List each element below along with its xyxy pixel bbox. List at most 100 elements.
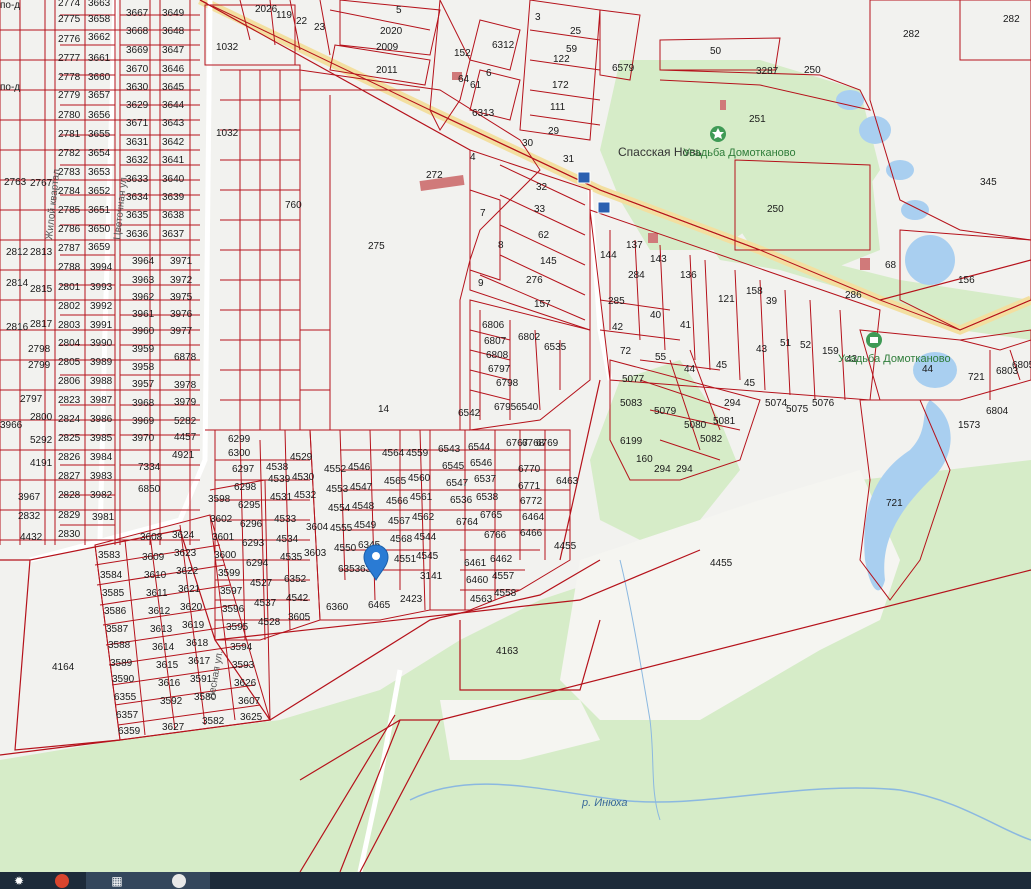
parcel-label: 3667: [126, 8, 149, 19]
parcel-label: 2827: [58, 471, 81, 482]
parcel-label: 6797: [488, 364, 511, 375]
parcel-label: 121: [718, 294, 735, 305]
parcel-label: 6: [486, 68, 492, 79]
parcel-label: 3969: [132, 416, 155, 427]
parcel-label: 4565: [384, 476, 407, 487]
face-icon[interactable]: [148, 872, 210, 889]
parcel-label: 2825: [58, 433, 81, 444]
parcel-label: 3658: [88, 14, 111, 25]
parcel-label: 1573: [958, 420, 981, 431]
parcel-label: 4559: [406, 448, 429, 459]
parcel-label: 145: [540, 256, 557, 267]
parcel-label: 3966: [0, 420, 23, 431]
parcel-label: 6538: [476, 492, 499, 503]
star-icon[interactable]: [710, 126, 726, 142]
parcel-label: 5077: [622, 374, 645, 385]
parcel-label: 3982: [90, 490, 113, 501]
parcel-label: 2778: [58, 72, 81, 83]
parcel-label: 2802: [58, 301, 81, 312]
parcel-label: 3141: [420, 571, 443, 582]
parcel-label: 3624: [172, 530, 195, 541]
parcel-label: 275: [368, 241, 385, 252]
parcel-label: 6544: [468, 442, 491, 453]
parcel-label: 1032: [216, 128, 239, 139]
parcel-label: 3984: [90, 452, 113, 463]
parcel-label: 3587: [106, 624, 129, 635]
parcel-label: 2832: [18, 511, 41, 522]
parcel-label: 5080: [684, 420, 707, 431]
parcel-label: 6294: [246, 558, 269, 569]
parcel-label: 4555: [330, 523, 353, 534]
parcel-label: 3612: [148, 606, 171, 617]
folder-icon[interactable]: ▦: [86, 872, 148, 889]
parcel-label: 4563: [470, 594, 493, 605]
parcel-label: 3605: [288, 612, 311, 623]
parcel-label: 6772: [520, 496, 543, 507]
parcel-label: 284: [628, 270, 645, 281]
parcel-label: 3623: [174, 548, 197, 559]
parcel-label: 294: [724, 398, 741, 409]
parcel-label: 3962: [132, 292, 155, 303]
parcel-label: 6766: [484, 530, 507, 541]
parcel-label: 6545: [442, 461, 465, 472]
parcel-label: 6850: [138, 484, 161, 495]
parcel-label: 5075: [786, 404, 809, 415]
parcel-label: 4542: [286, 593, 309, 604]
parcel-label: 3653: [88, 167, 111, 178]
parcel-label: 3670: [126, 64, 149, 75]
cadastral-map[interactable]: 2774 2775 2776 2777 2778 2779 2780 2781 …: [0, 0, 1031, 872]
parcel-label: 286: [845, 290, 862, 301]
parcel-label: 3627: [162, 722, 185, 733]
parcel-label: 2823: [58, 395, 81, 406]
parcel-label: 6542: [458, 408, 481, 419]
parcel-label: 136: [680, 270, 697, 281]
parcel-label: 158: [746, 286, 763, 297]
parcel-label: 6546: [470, 458, 493, 469]
edge-label-2: по-д: [0, 82, 20, 93]
parcel-label: 6540: [516, 402, 539, 413]
parcel-label: 2763: [4, 177, 27, 188]
parcel-label: 3617: [188, 656, 211, 667]
parcel-label: 4549: [354, 520, 377, 531]
parcel-label: 6465: [368, 600, 391, 611]
parcel-label: 2777: [58, 53, 81, 64]
parcel-label: 6536: [450, 495, 473, 506]
parcel-label: 1032: [216, 42, 239, 53]
parcel-label: 5083: [620, 398, 643, 409]
parcel-label: 2787: [58, 243, 81, 254]
parcel-label: 3598: [208, 494, 231, 505]
parcel-label: 3659: [88, 242, 111, 253]
parcel-label: 3586: [104, 606, 127, 617]
parcel-label: 6804: [986, 406, 1009, 417]
parcel-label: 6802: [518, 332, 541, 343]
parcel-label: 3590: [112, 674, 135, 685]
parcel-label: 272: [426, 170, 443, 181]
parcel-label: 3616: [158, 678, 181, 689]
gear-icon[interactable]: ✹: [0, 872, 38, 889]
parcel-label: 6199: [620, 436, 643, 447]
parcel-label: 62: [538, 230, 550, 241]
parcel-label: 3971: [170, 256, 193, 267]
parcel-label: 29: [548, 126, 560, 137]
parcel-label: 2011: [376, 65, 398, 76]
parcel-label: 4530: [292, 472, 315, 483]
parcel-label: 4455: [710, 558, 733, 569]
parcel-label: 6359: [118, 726, 141, 737]
parcel-label: 6461: [464, 558, 487, 569]
parcel-label: 39: [766, 296, 778, 307]
parcel-label: 3961: [132, 309, 155, 320]
parcel-label: 2797: [20, 394, 43, 405]
parcel-label: 3582: [202, 716, 225, 727]
parcel-label: 152: [454, 48, 471, 59]
parcel-label: 4550: [334, 543, 357, 554]
parcel-label: 3638: [162, 210, 185, 221]
fortress-icon[interactable]: [866, 332, 882, 348]
parcel-label: 3583: [98, 550, 121, 561]
parcel-label: 6313: [472, 108, 495, 119]
parcel-label: 72: [620, 346, 632, 357]
browser-icon[interactable]: [38, 872, 86, 889]
parcel-label: 2804: [58, 338, 81, 349]
parcel-label: 3634: [126, 192, 149, 203]
parcel-label: 3958: [132, 362, 155, 373]
parcel-label: 4457: [174, 432, 197, 443]
